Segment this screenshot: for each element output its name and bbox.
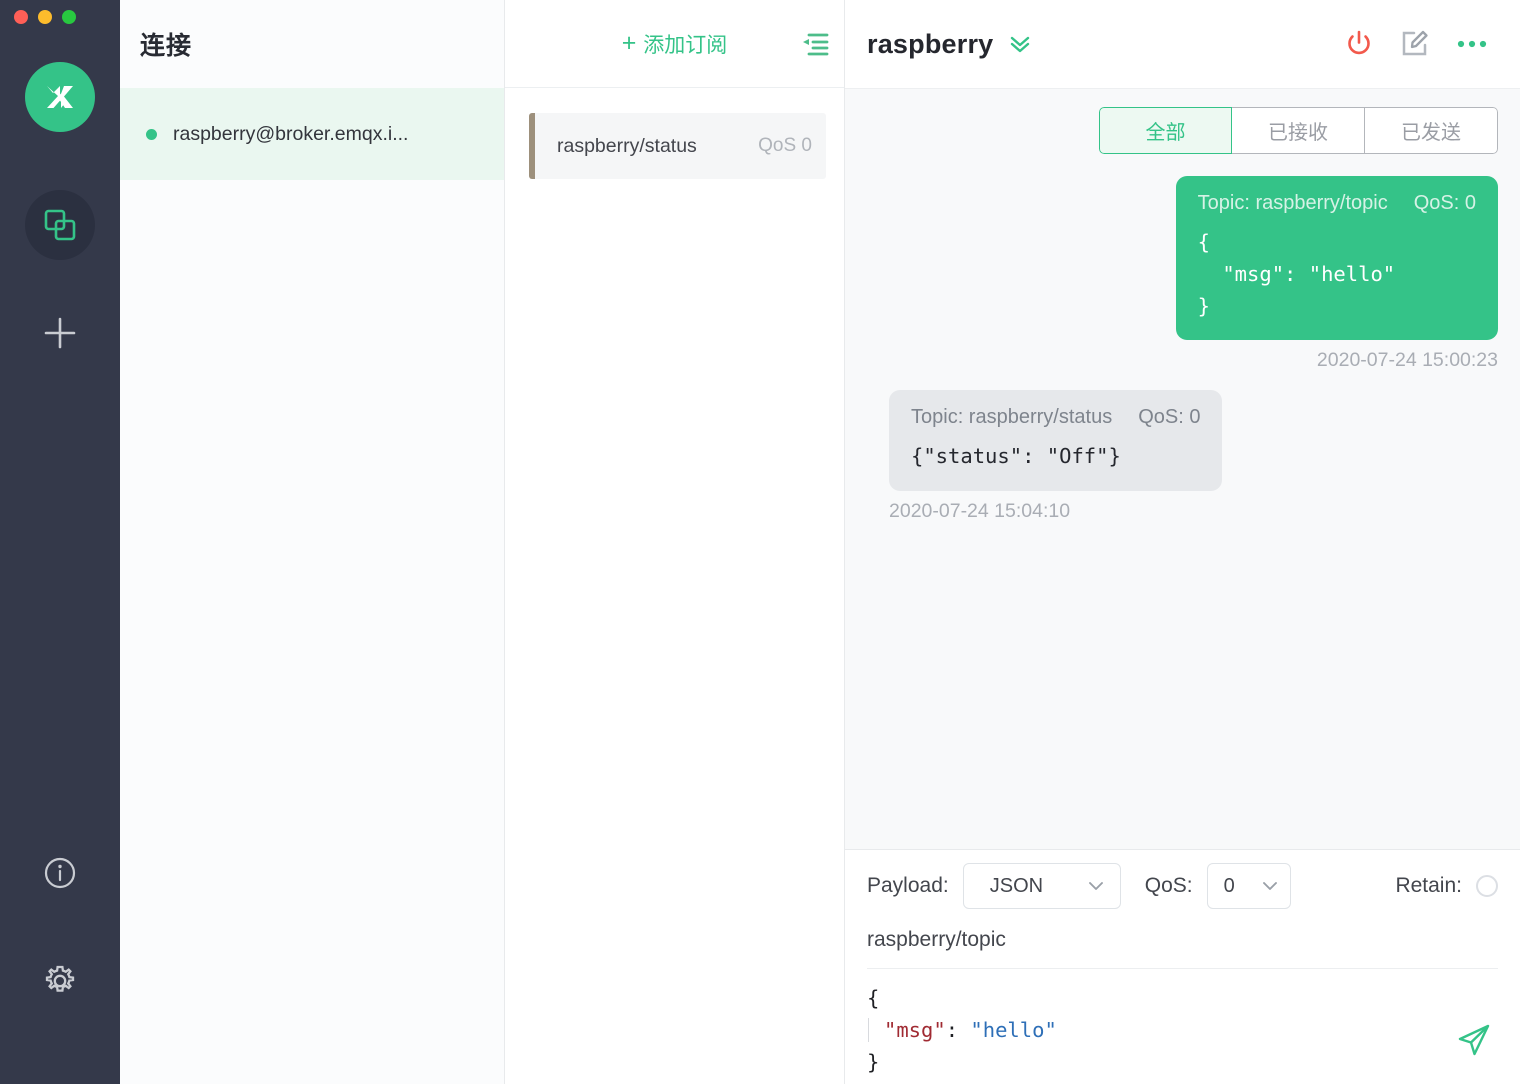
edit-connection-button[interactable]	[1400, 29, 1430, 59]
message-meta: Topic: raspberry/status QoS: 0	[911, 406, 1200, 429]
editor-line-3: }	[867, 1049, 880, 1074]
disconnect-power-button[interactable]	[1344, 29, 1374, 59]
payload-label: Payload:	[867, 874, 949, 897]
editor-json-colon: :	[945, 1017, 971, 1042]
tab-received[interactable]: 已接收	[1232, 107, 1365, 154]
editor-json-key: "msg"	[884, 1017, 946, 1042]
subscription-qos: QoS 0	[758, 135, 812, 156]
collapse-subscriptions-button[interactable]	[800, 31, 830, 57]
connections-title: 连接	[140, 32, 193, 60]
subscriptions-panel: + 添加订阅 raspberry/status QoS 0	[505, 0, 845, 1084]
message-qos: QoS: 0	[1413, 192, 1476, 214]
connections-panel: 连接 raspberry@broker.emqx.i...	[120, 0, 505, 1084]
chevron-double-down-icon	[1011, 36, 1030, 53]
subscription-topic: raspberry/status	[557, 134, 697, 157]
connection-label: raspberry@broker.emqx.i...	[173, 122, 409, 145]
header-actions	[1344, 29, 1488, 59]
connection-list-item[interactable]: raspberry@broker.emqx.i...	[120, 88, 504, 180]
tab-sent[interactable]: 已发送	[1365, 107, 1498, 154]
sidebar-item-connections[interactable]	[25, 190, 95, 260]
main-panel: raspberry 全部 已接收 已发送 Topic: raspberry/to…	[845, 0, 1520, 1084]
sidebar-item-settings[interactable]	[25, 946, 95, 1016]
message-filter-tabs: 全部 已接收 已发送	[867, 107, 1498, 154]
connection-header-bar: raspberry	[845, 0, 1520, 88]
message-row: Topic: raspberry/status QoS: 0 {"status"…	[867, 390, 1498, 523]
chevron-down-icon	[1088, 882, 1103, 890]
editor-json-value: "hello"	[970, 1017, 1057, 1042]
send-arrow-icon	[1458, 1024, 1490, 1056]
add-subscription-label: 添加订阅	[643, 33, 728, 57]
window-maximize-button[interactable]	[62, 10, 76, 24]
retain-label: Retain:	[1395, 874, 1462, 897]
plus-icon: +	[621, 29, 637, 57]
power-icon	[1348, 30, 1370, 55]
page-title: raspberry	[867, 28, 994, 59]
collapse-list-icon	[803, 33, 829, 55]
retain-option: Retain:	[1395, 874, 1498, 898]
mqttx-window: 连接 raspberry@broker.emqx.i... + 添加订阅 ras…	[0, 0, 1520, 1084]
publish-send-button[interactable]	[1454, 1020, 1494, 1060]
subscriptions-header: + 添加订阅	[505, 0, 844, 88]
connections-icon	[44, 209, 76, 241]
message-payload: { "msg": "hello" }	[1197, 230, 1396, 318]
message-timestamp: 2020-07-24 15:04:10	[889, 500, 1071, 523]
add-subscription-button[interactable]: + 添加订阅	[622, 29, 728, 59]
message-topic: Topic: raspberry/status	[911, 406, 1113, 429]
more-options-button[interactable]	[1456, 38, 1488, 50]
settings-gear-icon	[45, 965, 75, 992]
message-bubble-sent[interactable]: Topic: raspberry/topic QoS: 0 { "msg": "…	[1175, 176, 1498, 341]
message-meta: Topic: raspberry/topic QoS: 0	[1198, 192, 1476, 215]
qos-select[interactable]: 0	[1206, 863, 1291, 909]
message-timestamp: 2020-07-24 15:00:23	[1316, 349, 1498, 372]
message-topic: Topic: raspberry/topic	[1197, 192, 1388, 214]
expand-connection-details-button[interactable]	[1007, 31, 1033, 57]
payload-format-value: JSON	[989, 874, 1044, 897]
tab-all[interactable]: 全部	[1099, 107, 1232, 154]
subscriptions-list: raspberry/status QoS 0	[505, 88, 844, 179]
connection-status-dot	[146, 128, 157, 140]
message-row: Topic: raspberry/topic QoS: 0 { "msg": "…	[867, 176, 1498, 372]
ellipsis-icon	[1457, 40, 1487, 48]
window-minimize-button[interactable]	[38, 10, 52, 24]
left-icon-rail	[0, 0, 120, 1084]
about-info-icon	[44, 857, 76, 889]
message-payload: {"status": "Off"}	[911, 444, 1121, 469]
sidebar-item-about[interactable]	[25, 838, 95, 908]
qos-label: QoS:	[1144, 874, 1193, 897]
publish-options: Payload: JSON QoS: 0 Retain:	[867, 850, 1498, 922]
publish-panel: Payload: JSON QoS: 0 Retain: raspberry/t…	[845, 849, 1520, 1084]
qos-value: 0	[1223, 874, 1235, 897]
message-wrapper: Topic: raspberry/topic QoS: 0 { "msg": "…	[1175, 176, 1498, 372]
edit-pencil-icon	[1402, 30, 1428, 56]
subscription-item[interactable]: raspberry/status QoS 0	[529, 113, 826, 179]
sidebar-item-add-connection[interactable]	[25, 298, 95, 368]
mqttx-logo-glyph	[47, 86, 73, 108]
message-wrapper: Topic: raspberry/status QoS: 0 {"status"…	[889, 390, 1223, 523]
add-connection-icon	[44, 317, 76, 349]
message-qos: QoS: 0	[1138, 406, 1201, 429]
mqttx-logo	[25, 62, 95, 132]
message-bubble-received[interactable]: Topic: raspberry/status QoS: 0 {"status"…	[889, 390, 1223, 492]
tab-group: 全部 已接收 已发送	[1099, 107, 1498, 154]
publish-topic-input[interactable]: raspberry/topic	[867, 922, 1498, 969]
connections-header: 连接	[120, 0, 504, 88]
retain-checkbox[interactable]	[1476, 875, 1498, 897]
window-close-button[interactable]	[14, 10, 28, 24]
publish-payload-editor[interactable]: { "msg": "hello" }	[867, 969, 1498, 1078]
chevron-down-icon	[1262, 882, 1277, 890]
editor-line-1: {	[867, 986, 880, 1010]
editor-line-2: "msg": "hello"	[868, 1017, 1057, 1042]
payload-format-select[interactable]: JSON	[962, 863, 1121, 909]
window-traffic-lights	[14, 10, 76, 24]
messages-area: 全部 已接收 已发送 Topic: raspberry/topic QoS: 0…	[845, 88, 1520, 849]
